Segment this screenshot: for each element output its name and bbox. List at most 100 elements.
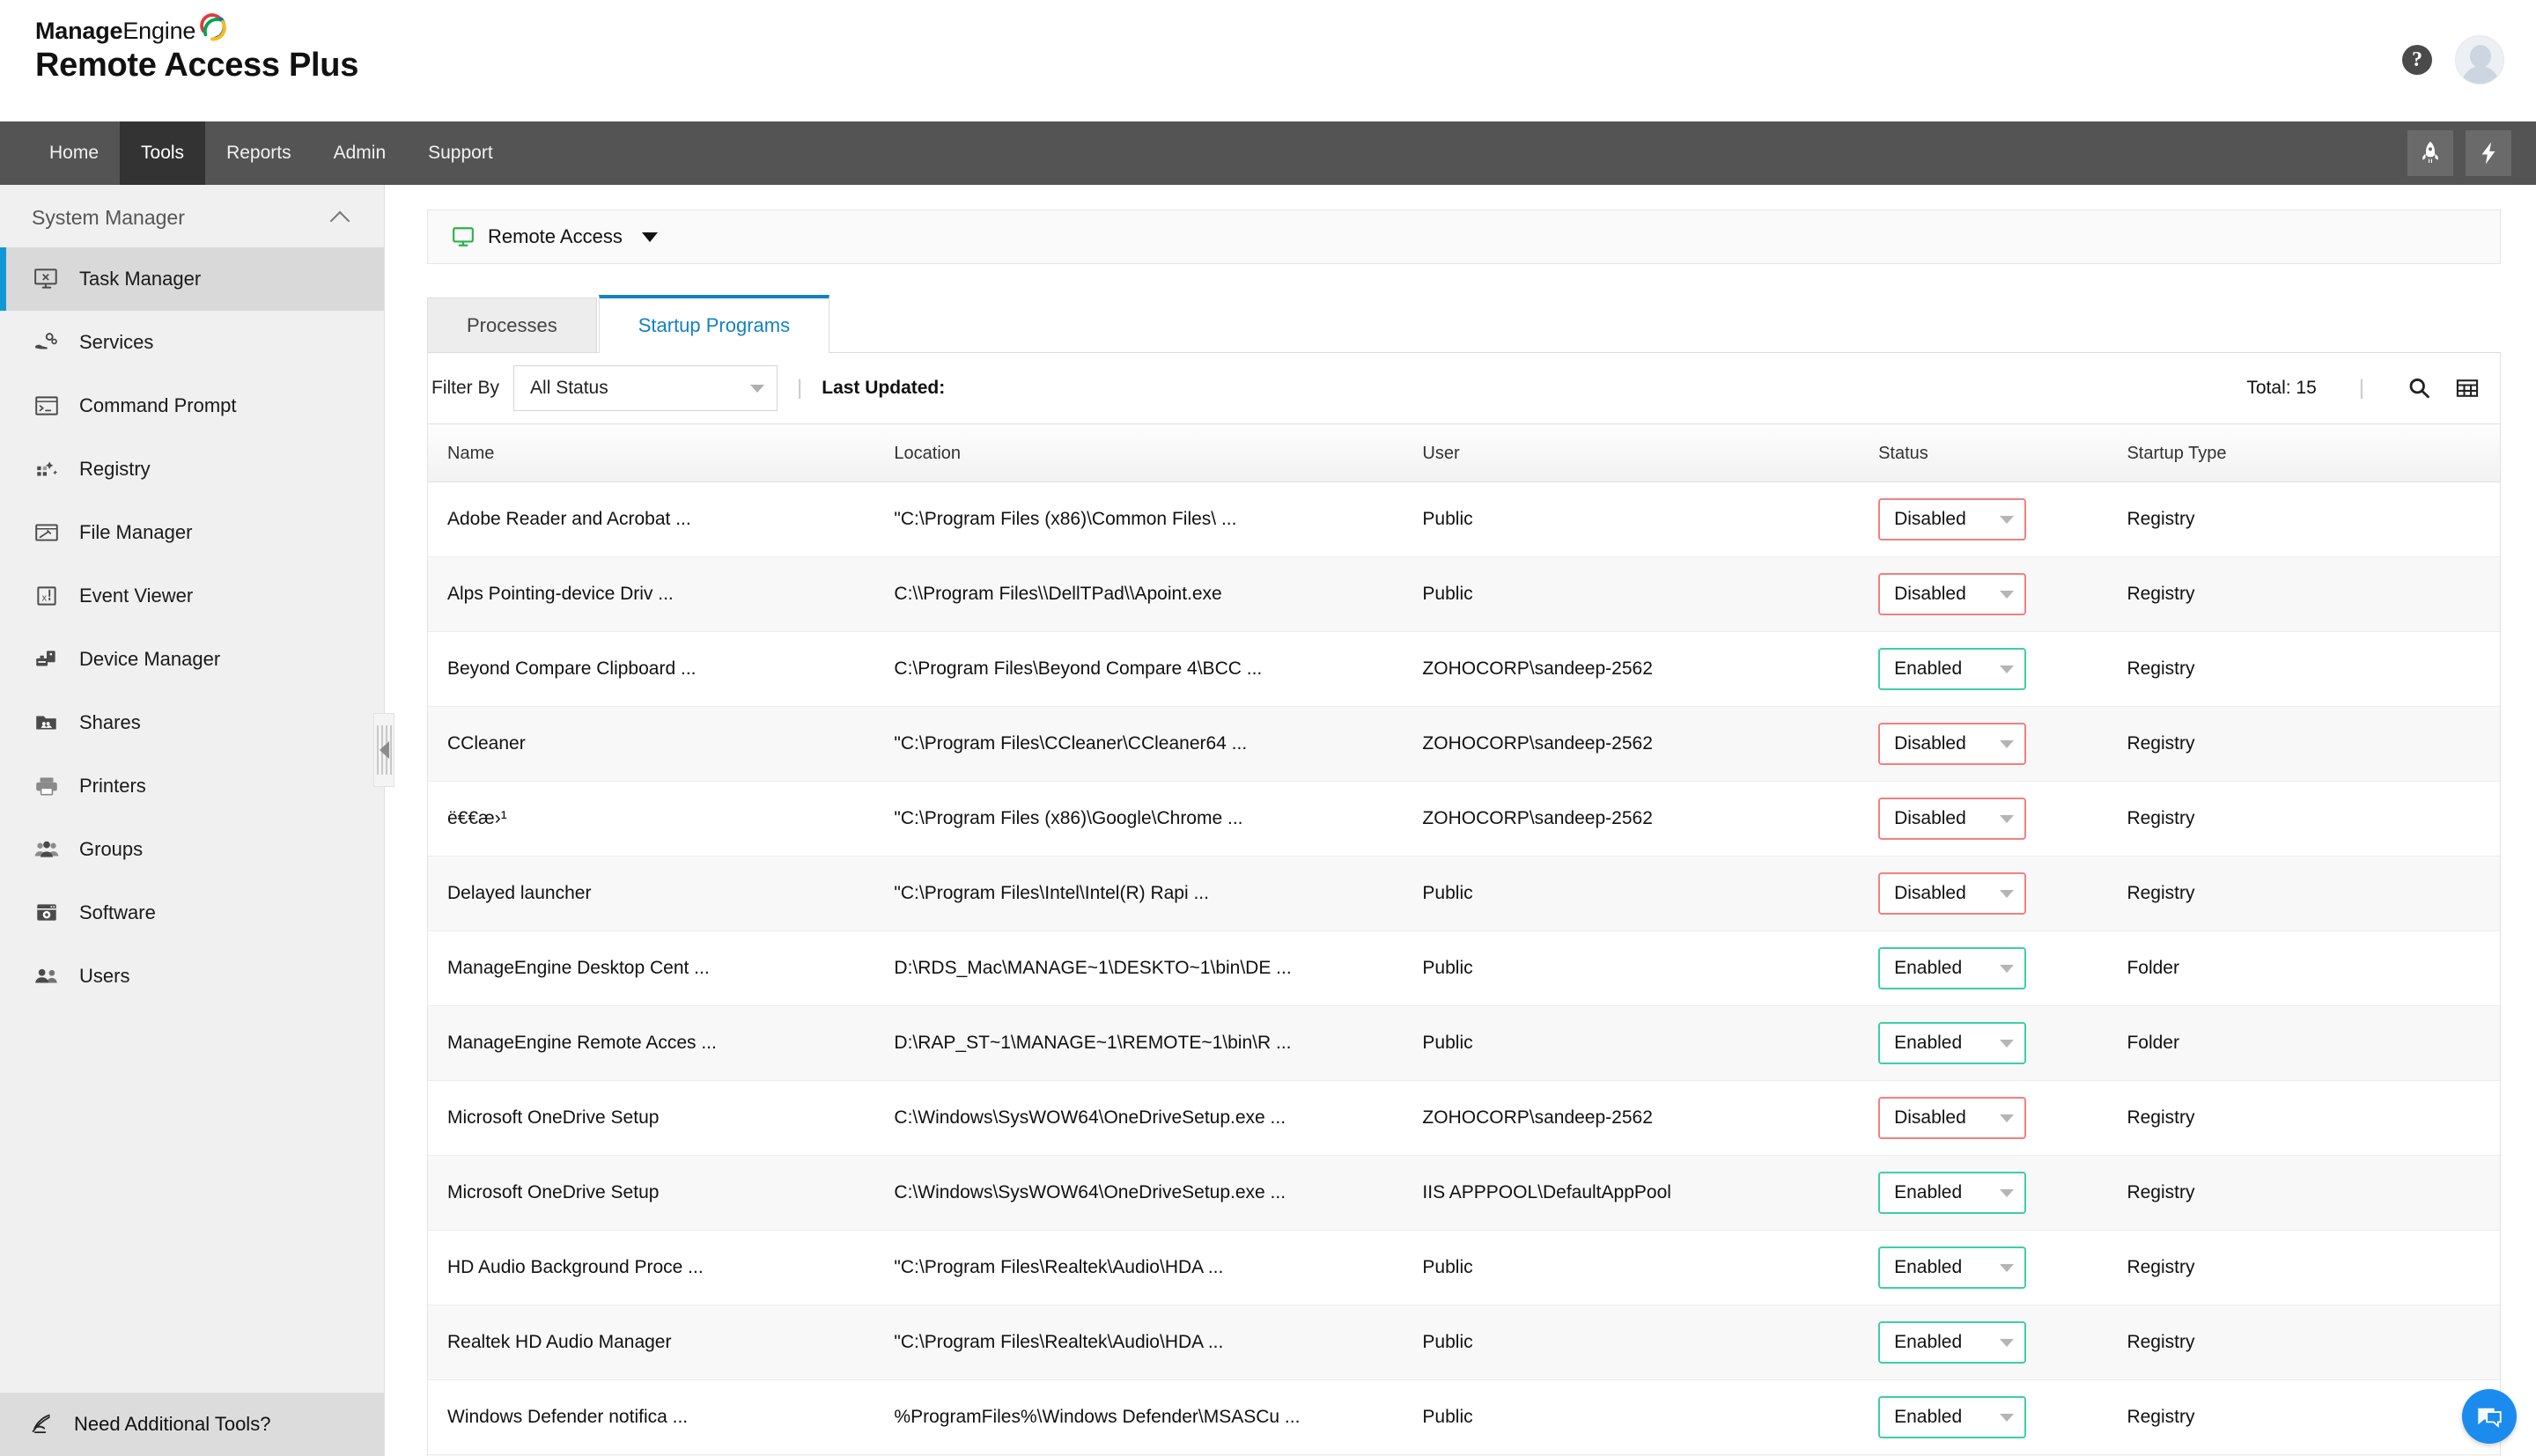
- status-label: Disabled: [1894, 733, 1966, 754]
- status-label: Enabled: [1894, 1182, 1963, 1202]
- table-row[interactable]: Delayed launcher "C:\Program Files\Intel\…: [428, 856, 2500, 931]
- status-dropdown[interactable]: Disabled: [1878, 798, 2027, 840]
- quill-pen-icon: [28, 1411, 58, 1438]
- search-icon[interactable]: [2407, 376, 2431, 401]
- sidebar-item-registry[interactable]: Registry: [0, 438, 384, 501]
- table-row[interactable]: Windows Defender notifica ... %ProgramFil…: [428, 1379, 2500, 1455]
- nav-item-tools[interactable]: Tools: [120, 121, 206, 185]
- status-label: Enabled: [1894, 1332, 1963, 1352]
- status-dropdown[interactable]: Disabled: [1878, 723, 2027, 765]
- task-manager-icon: [32, 266, 62, 292]
- remote-access-selector[interactable]: Remote Access: [427, 210, 2501, 264]
- rocket-icon[interactable]: [2407, 130, 2453, 176]
- brand-manage: Manage: [35, 18, 123, 44]
- cell-name: Microsoft OneDrive Setup: [428, 1080, 895, 1156]
- sidebar-item-groups[interactable]: Groups: [0, 818, 384, 881]
- event-viewer-icon: x: [32, 583, 62, 609]
- cell-status: Enabled: [1878, 1305, 2127, 1380]
- main-navbar: Home Tools Reports Admin Support: [0, 121, 2536, 185]
- status-dropdown[interactable]: Disabled: [1878, 498, 2027, 540]
- status-dropdown[interactable]: Disabled: [1878, 1097, 2027, 1139]
- sidebar-item-label: Task Manager: [79, 268, 202, 290]
- table-row[interactable]: ManageEngine Remote Acces ... D:\RAP_ST~1…: [428, 1005, 2500, 1081]
- grid-view-icon[interactable]: [2454, 376, 2481, 401]
- chevron-down-icon: [2000, 1413, 2015, 1422]
- table-row[interactable]: Realtek HD Audio Manager "C:\Program File…: [428, 1305, 2500, 1380]
- status-dropdown[interactable]: Enabled: [1878, 1022, 2027, 1064]
- sidebar-item-command-prompt[interactable]: Command Prompt: [0, 374, 384, 438]
- col-header-name[interactable]: Name: [428, 423, 895, 482]
- sidebar-item-shares[interactable]: Shares: [0, 691, 384, 754]
- logo[interactable]: ManageEngine Remote Access Plus: [35, 13, 358, 82]
- remote-access-label: Remote Access: [488, 225, 623, 247]
- nav-item-admin[interactable]: Admin: [313, 121, 408, 185]
- help-icon[interactable]: ?: [2402, 45, 2432, 75]
- status-filter-select[interactable]: All Status: [513, 365, 778, 411]
- sidebar-item-task-manager[interactable]: Task Manager: [0, 247, 384, 311]
- status-dropdown[interactable]: Enabled: [1878, 648, 2027, 690]
- caret-down-icon[interactable]: [641, 232, 658, 242]
- status-dropdown[interactable]: Enabled: [1878, 1321, 2027, 1364]
- status-dropdown[interactable]: Enabled: [1878, 1246, 2027, 1289]
- sidebar-section-system-manager[interactable]: System Manager: [0, 185, 384, 247]
- filter-by-label: Filter By: [431, 378, 500, 398]
- cell-name: Delayed launcher: [428, 856, 895, 931]
- header-actions: ?: [2402, 35, 2504, 85]
- avatar[interactable]: [2455, 35, 2504, 85]
- status-dropdown[interactable]: Disabled: [1878, 872, 2027, 915]
- page-body: System Manager Task Manager Services Com…: [0, 185, 2536, 1456]
- status-dropdown[interactable]: Enabled: [1878, 1396, 2027, 1438]
- tab-startup-programs[interactable]: Startup Programs: [598, 295, 830, 353]
- cell-status: Enabled: [1878, 1379, 2127, 1455]
- chevron-down-icon: [750, 384, 765, 393]
- nav-item-reports[interactable]: Reports: [205, 121, 313, 185]
- table-row[interactable]: ë€€æ›¹ "C:\Program Files (x86)\Google\Chr…: [428, 781, 2500, 857]
- col-header-location[interactable]: Location: [894, 423, 1423, 482]
- app-header: ManageEngine Remote Access Plus ?: [0, 0, 2536, 121]
- chevron-up-icon[interactable]: [329, 210, 350, 231]
- lightning-bolt-icon[interactable]: [2466, 130, 2511, 176]
- table-row[interactable]: Adobe Reader and Acrobat ... "C:\Program …: [428, 482, 2500, 557]
- sidebar-item-label: Shares: [79, 711, 141, 733]
- table-row[interactable]: Alps Pointing-device Driv ... C:\\Program…: [428, 556, 2500, 632]
- sidebar-item-device-manager[interactable]: Device Manager: [0, 628, 384, 691]
- cell-startup-type: Registry: [2127, 1230, 2500, 1305]
- chevron-down-icon: [2000, 665, 2015, 673]
- status-dropdown[interactable]: Enabled: [1878, 1172, 2027, 1214]
- col-header-status[interactable]: Status: [1878, 423, 2127, 482]
- status-dropdown[interactable]: Enabled: [1878, 947, 2027, 989]
- sidebar-item-printers[interactable]: Printers: [0, 754, 384, 818]
- sidebar-item-file-manager[interactable]: File Manager: [0, 501, 384, 564]
- nav-item-home[interactable]: Home: [28, 121, 120, 185]
- sidebar-resize-handle[interactable]: [373, 713, 394, 787]
- command-prompt-icon: [32, 393, 62, 419]
- cell-name: Beyond Compare Clipboard ...: [428, 631, 895, 707]
- sidebar-item-label: Registry: [79, 458, 151, 480]
- sidebar-item-event-viewer[interactable]: x Event Viewer: [0, 564, 384, 628]
- need-additional-tools-button[interactable]: Need Additional Tools?: [0, 1393, 384, 1456]
- manageengine-swirl-icon: [200, 13, 226, 41]
- table-row[interactable]: Microsoft OneDrive Setup C:\Windows\SysWO…: [428, 1155, 2500, 1231]
- sidebar-item-software[interactable]: Software: [0, 881, 384, 945]
- sidebar-item-services[interactable]: Services: [0, 311, 384, 374]
- cell-startup-type: Registry: [2127, 1305, 2500, 1380]
- table-row[interactable]: HD Audio Background Proce ... "C:\Program…: [428, 1230, 2500, 1305]
- table-head: Name Location User Status Startup Type: [428, 423, 2500, 482]
- filter-bar: Filter By All Status | Last Updated: Tot…: [428, 353, 2500, 423]
- table-row[interactable]: CCleaner "C:\Program Files\CCleaner\CClea…: [428, 706, 2500, 782]
- cell-location: C:\Program Files\Beyond Compare 4\BCC ..…: [894, 631, 1423, 707]
- table-header-row: Name Location User Status Startup Type: [428, 423, 2500, 482]
- table-row[interactable]: ManageEngine Desktop Cent ... D:\RDS_Mac\…: [428, 930, 2500, 1006]
- col-header-user[interactable]: User: [1422, 423, 1879, 482]
- chat-bubble-icon[interactable]: [2462, 1389, 2517, 1444]
- col-header-startup-type[interactable]: Startup Type: [2127, 423, 2500, 482]
- cell-location: "C:\Program Files (x86)\Common Files\ ..…: [894, 482, 1423, 557]
- table-row[interactable]: Microsoft OneDrive Setup C:\Windows\SysWO…: [428, 1080, 2500, 1156]
- tab-processes[interactable]: Processes: [427, 298, 597, 352]
- status-dropdown[interactable]: Disabled: [1878, 573, 2027, 615]
- printers-icon: [32, 773, 62, 799]
- cell-status: Enabled: [1878, 1005, 2127, 1081]
- sidebar-item-users[interactable]: Users: [0, 945, 384, 1008]
- nav-item-support[interactable]: Support: [407, 121, 514, 185]
- table-row[interactable]: Beyond Compare Clipboard ... C:\Program F…: [428, 631, 2500, 707]
